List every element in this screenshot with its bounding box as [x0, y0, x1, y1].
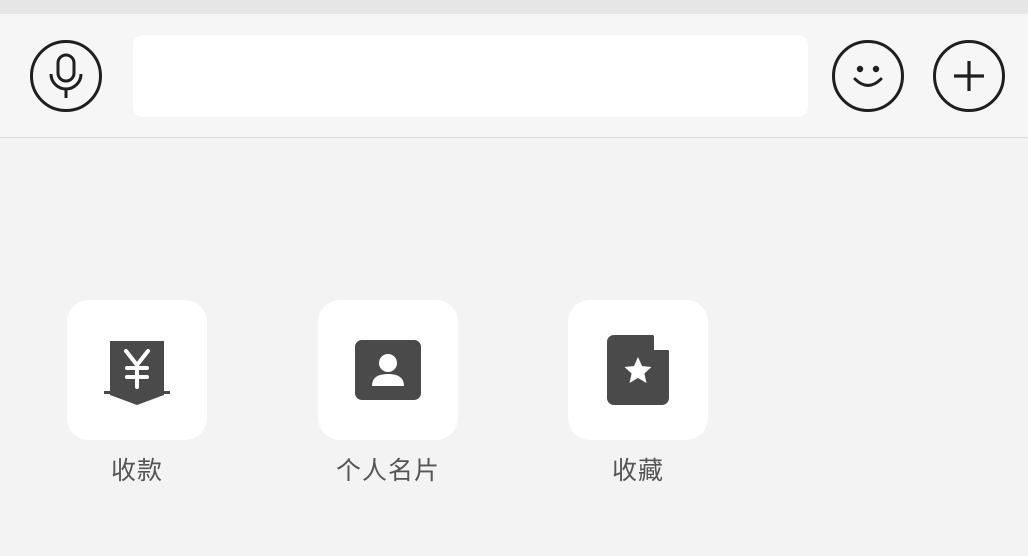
top-strip: [0, 0, 1028, 14]
favorites-label: 收藏: [611, 456, 664, 485]
star-file-icon: [607, 335, 669, 405]
plus-icon: [954, 61, 984, 91]
chat-input-bar: [0, 14, 1028, 138]
contact-card-action[interactable]: [318, 300, 458, 440]
smiley-face-icon: [853, 65, 883, 87]
favorites-action[interactable]: [568, 300, 708, 440]
voice-input-button[interactable]: [30, 40, 102, 112]
message-input[interactable]: [133, 35, 808, 117]
contact-card-label: 个人名片: [335, 456, 440, 485]
more-actions-button[interactable]: [933, 40, 1005, 112]
emoji-button[interactable]: [832, 40, 904, 112]
yen-receipt-icon: [104, 341, 170, 405]
contact-card-icon: [355, 340, 421, 400]
actions-panel: 收款 个人名片 收藏: [0, 139, 1028, 556]
microphone-icon: [49, 53, 83, 98]
receive-money-action[interactable]: [67, 300, 207, 440]
receive-money-label: 收款: [110, 456, 163, 485]
